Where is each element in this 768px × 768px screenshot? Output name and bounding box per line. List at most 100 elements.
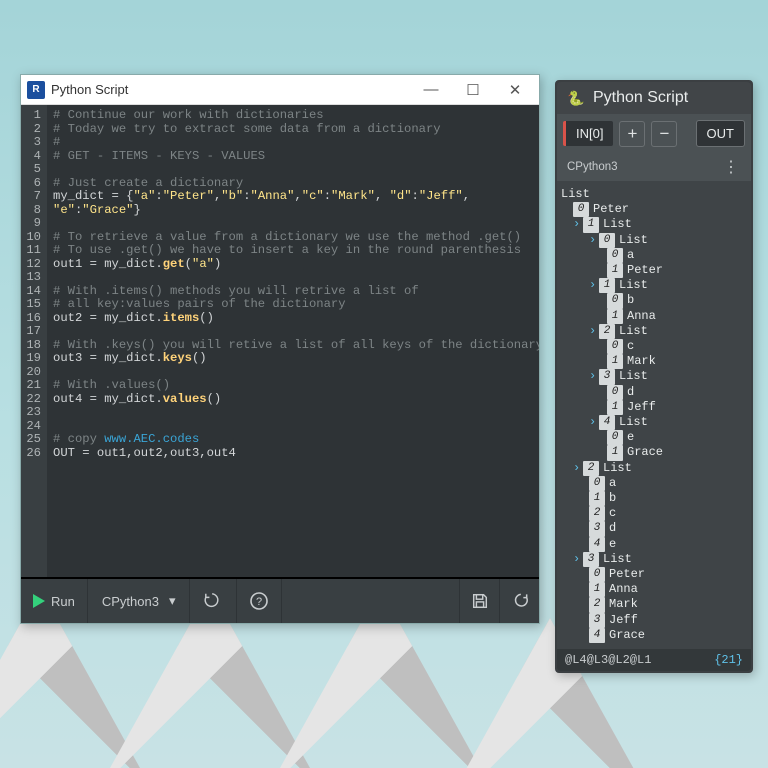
undo-icon — [510, 592, 530, 610]
watch-label: List — [619, 415, 648, 430]
expand-caret-icon[interactable]: › — [589, 324, 595, 339]
code-line[interactable]: my_dict = {"a":"Peter","b":"Anna","c":"M… — [53, 190, 539, 204]
watch-row[interactable]: 1b — [561, 491, 747, 506]
code-line[interactable] — [53, 271, 539, 285]
code-line[interactable]: # With .keys() you will retive a list of… — [53, 339, 539, 353]
watch-label: Peter — [609, 567, 645, 582]
node-menu-button[interactable]: ⋮ — [723, 157, 741, 177]
watch-row[interactable]: 3Jeff — [561, 613, 747, 628]
watch-label: c — [627, 339, 634, 354]
watch-row[interactable]: 2c — [561, 506, 747, 521]
code-line[interactable]: # To retrieve a value from a dictionary … — [53, 231, 539, 245]
code-line[interactable]: OUT = out1,out2,out3,out4 — [53, 447, 539, 461]
watch-row[interactable]: ›2List — [561, 461, 747, 476]
watch-row[interactable]: 0d — [561, 385, 747, 400]
code-line[interactable]: # Just create a dictionary — [53, 177, 539, 191]
engine-select[interactable]: CPython3 ▾ — [88, 579, 191, 623]
code-line[interactable]: # To use .get() we have to insert a key … — [53, 244, 539, 258]
expand-caret-icon[interactable]: › — [589, 233, 595, 248]
watch-row[interactable]: 4e — [561, 537, 747, 552]
expand-caret-icon[interactable]: › — [589, 278, 595, 293]
remove-input-button[interactable]: − — [651, 121, 677, 147]
code-line[interactable]: # With .values() — [53, 379, 539, 393]
watch-label: Grace — [627, 445, 663, 460]
watch-row[interactable]: 0b — [561, 293, 747, 308]
code-line[interactable]: # Continue our work with dictionaries — [53, 109, 539, 123]
watch-row[interactable]: 0Peter — [561, 567, 747, 582]
code-line[interactable]: # — [53, 136, 539, 150]
code-line[interactable]: # GET - ITEMS - KEYS - VALUES — [53, 150, 539, 164]
node-titlebar[interactable]: 🐍 Python Script — [557, 82, 751, 114]
code-line[interactable]: # copy www.AEC.codes — [53, 433, 539, 447]
watch-index: 0 — [607, 293, 623, 308]
help-button[interactable]: ? — [237, 579, 282, 623]
code-line[interactable] — [53, 217, 539, 231]
watch-index: 3 — [589, 613, 605, 628]
code-line[interactable] — [53, 366, 539, 380]
watch-index: 0 — [599, 233, 615, 248]
watch-row[interactable]: ›4List — [561, 415, 747, 430]
watch-row[interactable]: ›1List — [561, 278, 747, 293]
watch-index: 0 — [589, 476, 605, 491]
code-line[interactable] — [53, 325, 539, 339]
expand-caret-icon[interactable]: › — [573, 461, 579, 476]
watch-row[interactable]: ›3List — [561, 552, 747, 567]
watch-label: List — [619, 233, 648, 248]
add-input-button[interactable]: + — [619, 121, 645, 147]
watch-row[interactable]: 0a — [561, 248, 747, 263]
input-port[interactable]: IN[0] — [563, 121, 613, 146]
watch-row[interactable]: List — [561, 187, 747, 202]
code-line[interactable]: # With .items() methods you will retrive… — [53, 285, 539, 299]
output-port[interactable]: OUT — [696, 120, 745, 147]
expand-caret-icon[interactable]: › — [573, 552, 579, 567]
undo-button[interactable] — [499, 579, 539, 623]
watch-row[interactable]: 1Grace — [561, 445, 747, 460]
watch-row[interactable]: 0Peter — [561, 202, 747, 217]
watch-row[interactable]: ›1List — [561, 217, 747, 232]
code-line[interactable]: out1 = my_dict.get("a") — [53, 258, 539, 272]
expand-caret-icon[interactable]: › — [573, 217, 579, 232]
node-engine-label: CPython3 — [567, 161, 618, 173]
code-line[interactable] — [53, 163, 539, 177]
code-line[interactable]: out2 = my_dict.items() — [53, 312, 539, 326]
code-line[interactable]: # Today we try to extract some data from… — [53, 123, 539, 137]
code-line[interactable]: out3 = my_dict.keys() — [53, 352, 539, 366]
watch-label: List — [619, 369, 648, 384]
code-line[interactable]: # all key:values pairs of the dictionary — [53, 298, 539, 312]
watch-row[interactable]: 1Mark — [561, 354, 747, 369]
titlebar[interactable]: R Python Script — ☐ ✕ — [21, 75, 539, 105]
maximize-button[interactable]: ☐ — [461, 81, 485, 99]
save-icon — [471, 592, 489, 610]
reload-button[interactable] — [190, 579, 237, 623]
watch-row[interactable]: 1Peter — [561, 263, 747, 278]
watch-row[interactable]: 0c — [561, 339, 747, 354]
code-editor[interactable]: 1234567891011121314151617181920212223242… — [21, 105, 539, 577]
watch-row[interactable]: 2Mark — [561, 597, 747, 612]
minimize-button[interactable]: — — [419, 81, 443, 99]
watch-index: 0 — [607, 339, 623, 354]
watch-row[interactable]: ›3List — [561, 369, 747, 384]
run-button[interactable]: Run — [21, 579, 88, 623]
code-lines[interactable]: # Continue our work with dictionaries# T… — [47, 105, 539, 577]
code-line[interactable] — [53, 406, 539, 420]
code-line[interactable]: "e":"Grace"} — [53, 204, 539, 218]
watch-index: 0 — [607, 430, 623, 445]
expand-caret-icon[interactable]: › — [589, 415, 595, 430]
code-line[interactable] — [53, 420, 539, 434]
expand-caret-icon[interactable]: › — [589, 369, 595, 384]
node-title-label: Python Script — [593, 89, 688, 107]
watch-panel[interactable]: List0Peter›1List›0List0a1Peter›1List0b1A… — [557, 181, 751, 649]
watch-row[interactable]: 1Anna — [561, 582, 747, 597]
watch-row[interactable]: 3d — [561, 521, 747, 536]
watch-row[interactable]: 4Grace — [561, 628, 747, 643]
watch-row[interactable]: 1Jeff — [561, 400, 747, 415]
code-line[interactable]: out4 = my_dict.values() — [53, 393, 539, 407]
save-button[interactable] — [459, 579, 499, 623]
watch-row[interactable]: 0e — [561, 430, 747, 445]
close-button[interactable]: ✕ — [503, 81, 527, 99]
watch-row[interactable]: 0a — [561, 476, 747, 491]
watch-row[interactable]: › 0 List — [561, 233, 747, 248]
play-icon — [33, 594, 45, 608]
watch-row[interactable]: 1Anna — [561, 309, 747, 324]
watch-row[interactable]: ›2List — [561, 324, 747, 339]
